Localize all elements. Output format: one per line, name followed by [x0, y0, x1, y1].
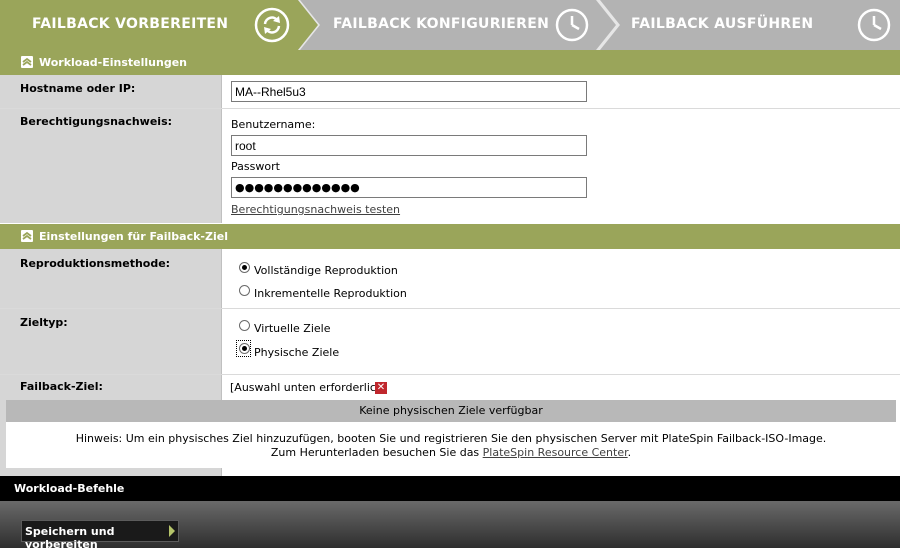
workload-settings-header: Workload-Einstellungen: [0, 50, 900, 75]
row-divider: [0, 308, 900, 309]
hint-suffix: .: [627, 446, 632, 459]
workload-commands-title: Workload-Befehle: [14, 482, 125, 495]
step-execute-label: FAILBACK AUSFÜHREN: [631, 16, 814, 32]
hint-line-1: Hinweis: Um ein physisches Ziel hinzuzuf…: [75, 432, 827, 445]
section-title: Einstellungen für Failback-Ziel: [39, 230, 228, 243]
collapse-icon[interactable]: [21, 230, 33, 242]
failback-target-value: [Auswahl unten erforderlich]: [230, 381, 388, 394]
hint-prefix: Zum Herunterladen besuchen Sie das: [270, 446, 483, 459]
step-configure-label: FAILBACK KONFIGURIEREN: [333, 16, 550, 32]
failback-target-header: Einstellungen für Failback-Ziel: [0, 224, 900, 249]
incremental-replication-label[interactable]: Inkrementelle Reproduktion: [254, 287, 407, 300]
hostname-input[interactable]: [231, 81, 587, 102]
wizard-steps: FAILBACK VORBEREITEN FAILBACK KONFIGURIE…: [0, 0, 900, 50]
username-input[interactable]: [231, 135, 587, 156]
step-prepare-label: FAILBACK VORBEREITEN: [32, 16, 229, 32]
refresh-icon: [254, 7, 290, 43]
hint-box: [6, 422, 896, 468]
no-targets-banner: Keine physischen Ziele verfügbar: [6, 400, 896, 422]
password-label: Passwort: [231, 160, 280, 173]
row-divider: [0, 108, 900, 109]
step-execute[interactable]: FAILBACK AUSFÜHREN: [616, 0, 900, 50]
username-label: Benutzername:: [231, 118, 316, 131]
clock-icon: [857, 8, 891, 42]
physical-targets-radio[interactable]: [239, 343, 250, 354]
workload-commands-bar: Workload-Befehle: [0, 476, 900, 501]
hostname-label: Hostname oder IP:: [20, 82, 136, 95]
save-and-prepare-button[interactable]: Speichern und vorbereiten: [21, 520, 179, 548]
physical-targets-label[interactable]: Physische Ziele: [254, 346, 339, 359]
row-divider: [0, 374, 900, 375]
step-configure[interactable]: FAILBACK KONFIGURIEREN: [318, 0, 598, 50]
resource-center-link[interactable]: PlateSpin Resource Center: [483, 446, 628, 459]
hint-line-2: Zum Herunterladen besuchen Sie das Plate…: [6, 446, 896, 459]
error-icon: ✕: [375, 382, 387, 394]
arrow-right-icon: [169, 525, 175, 537]
credentials-label: Berechtigungsnachweis:: [20, 115, 173, 128]
replication-method-label: Reproduktionsmethode:: [20, 257, 171, 270]
virtual-targets-label[interactable]: Virtuelle Ziele: [254, 322, 330, 335]
test-credentials-link[interactable]: Berechtigungsnachweis testen: [231, 203, 400, 216]
clock-icon: [555, 8, 589, 42]
section-title: Workload-Einstellungen: [39, 56, 187, 69]
virtual-targets-radio[interactable]: [239, 320, 250, 331]
target-type-label: Zieltyp:: [20, 316, 68, 329]
password-input[interactable]: ●●●●●●●●●●●●●: [231, 177, 587, 198]
failback-target-label: Failback-Ziel:: [20, 380, 103, 393]
step-prepare[interactable]: FAILBACK VORBEREITEN: [0, 0, 298, 50]
full-replication-label[interactable]: Vollständige Reproduktion: [254, 264, 398, 277]
collapse-icon[interactable]: [21, 56, 33, 68]
workload-label-column: [0, 75, 222, 223]
full-replication-radio[interactable]: [239, 262, 250, 273]
incremental-replication-radio[interactable]: [239, 285, 250, 296]
